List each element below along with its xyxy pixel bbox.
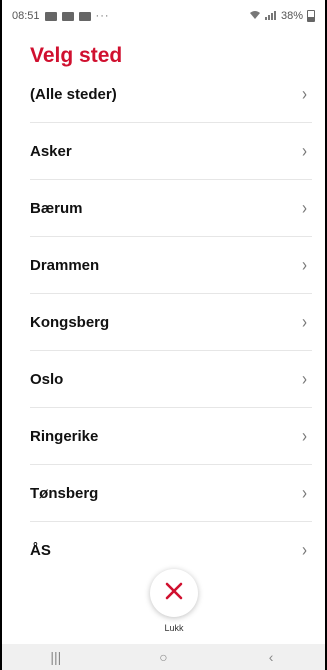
- status-time: 08:51: [12, 10, 40, 22]
- list-item-alle-steder[interactable]: (Alle steder) ›: [30, 66, 312, 123]
- list-item-kongsberg[interactable]: Kongsberg ›: [30, 294, 312, 351]
- chevron-right-icon: ›: [302, 482, 307, 504]
- list-item-label: Asker: [30, 142, 72, 160]
- battery-percent: 38%: [280, 10, 303, 22]
- home-icon[interactable]: ○: [133, 649, 193, 665]
- recent-apps-icon[interactable]: |||: [26, 649, 86, 665]
- status-left: 08:51 ···: [12, 10, 110, 22]
- list-item-baerum[interactable]: Bærum ›: [30, 180, 312, 237]
- close-icon: [164, 581, 184, 606]
- battery-icon: [307, 10, 315, 22]
- wifi-icon: [249, 10, 261, 23]
- chevron-right-icon: ›: [302, 83, 307, 105]
- list-item-label: Drammen: [30, 256, 100, 274]
- list-item-label: Tønsberg: [30, 484, 99, 502]
- list-item-label: Kongsberg: [30, 313, 110, 331]
- chevron-right-icon: ›: [302, 140, 307, 162]
- list-item-oslo[interactable]: Oslo ›: [30, 351, 312, 408]
- chevron-right-icon: ›: [302, 540, 307, 561]
- location-list: (Alle steder) › Asker › Bærum › Drammen …: [30, 66, 312, 579]
- list-item-tonsberg[interactable]: Tønsberg ›: [30, 465, 312, 522]
- back-icon[interactable]: ‹: [241, 649, 301, 665]
- chevron-right-icon: ›: [302, 368, 307, 390]
- chevron-right-icon: ›: [302, 197, 307, 219]
- list-item-ringerike[interactable]: Ringerike ›: [30, 408, 312, 465]
- status-right: 38%: [249, 10, 315, 23]
- system-nav-bar: ||| ○ ‹: [2, 644, 325, 670]
- list-item-label: ÅS: [30, 542, 51, 559]
- signal-icon: [264, 10, 277, 23]
- list-item-label: (Alle steder): [30, 85, 117, 103]
- close-button-label: Lukk: [164, 623, 184, 633]
- list-item-label: Oslo: [30, 370, 64, 388]
- message-icon: [44, 11, 57, 21]
- list-item-drammen[interactable]: Drammen ›: [30, 237, 312, 294]
- mail-icon: [61, 11, 74, 21]
- more-notifications-icon: ···: [95, 10, 110, 22]
- page-title: Velg sted: [30, 44, 123, 67]
- list-item-label: Ringerike: [30, 427, 99, 445]
- status-bar: 08:51 ··· 38%: [12, 8, 315, 24]
- chevron-right-icon: ›: [302, 425, 307, 447]
- chevron-right-icon: ›: [302, 311, 307, 333]
- list-item-label: Bærum: [30, 199, 83, 217]
- image-icon: [78, 11, 91, 21]
- chevron-right-icon: ›: [302, 254, 307, 276]
- close-button[interactable]: [150, 569, 198, 617]
- list-item-asker[interactable]: Asker ›: [30, 123, 312, 180]
